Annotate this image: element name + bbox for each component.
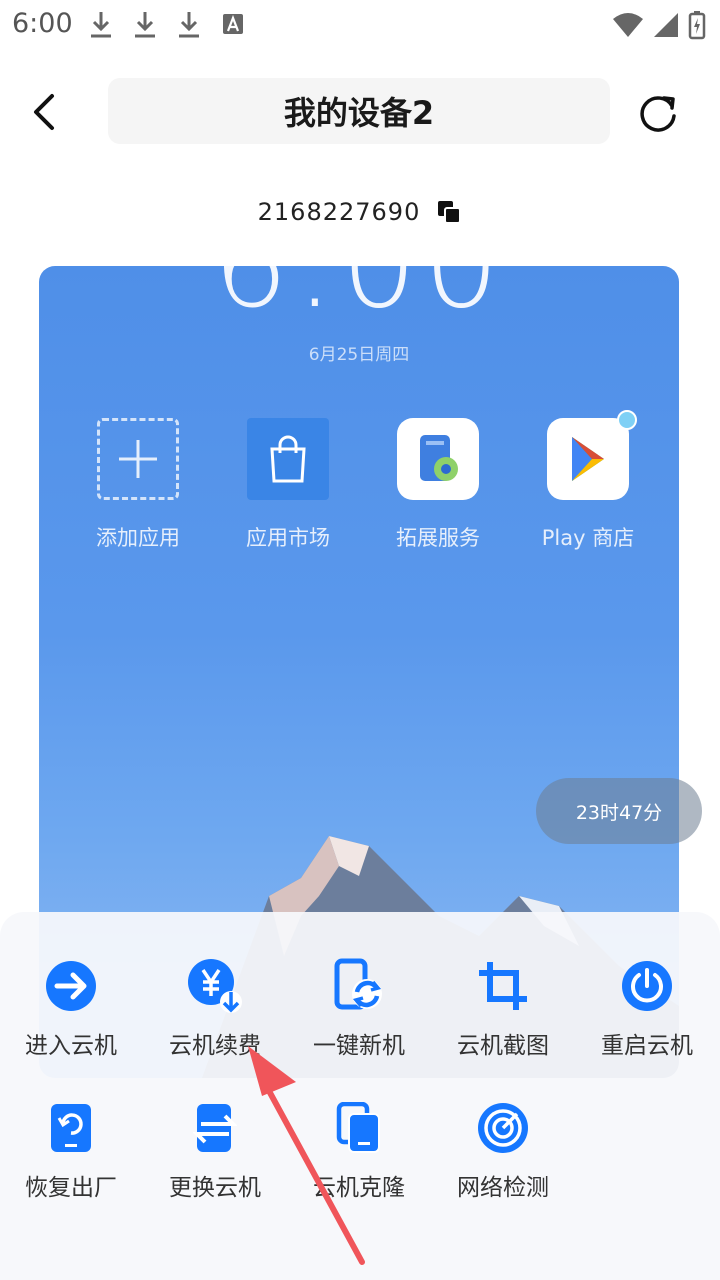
action-label: 更换云机 [169,1175,261,1201]
remaining-time: 23时47分 [575,801,663,824]
preview-clock: 6:00 [39,266,679,335]
download-icon [135,12,155,38]
action-label: 云机续费 [169,1033,261,1059]
crop-icon [475,958,531,1014]
action-label: 恢复出厂 [25,1175,117,1201]
app-extension[interactable]: 拓展服务 [373,418,503,552]
factory-reset-icon [43,1100,99,1156]
app-add[interactable]: 添加应用 [73,418,203,552]
action-label: 进入云机 [25,1033,117,1059]
action-label: 云机克隆 [313,1175,405,1201]
enter-arrow-icon [43,958,99,1014]
clone-icon [331,1100,387,1156]
download-icon [179,12,199,38]
action-label: 云机截图 [457,1033,549,1059]
new-device-icon [331,958,387,1014]
app-market-icon [247,418,329,500]
app-label: 添加应用 [96,526,180,550]
refresh-icon[interactable] [634,88,682,136]
status-right-icons [612,10,706,40]
battery-charging-icon [688,11,706,40]
network-check-icon [475,1100,531,1156]
yuan-renew-icon [187,958,243,1014]
copy-icon[interactable] [436,199,462,225]
action-panel: 进入云机 云机续费 一键新机 云机截图 重启云机 恢复出厂 更换云机 云机克隆 … [0,912,720,1280]
network-check-button[interactable]: 网络检测 [438,1100,568,1202]
device-title-box[interactable]: 我的设备2 [108,78,610,144]
back-button[interactable] [22,88,70,136]
extension-service-icon [397,418,479,500]
wifi-icon [613,13,643,37]
restart-button[interactable]: 重启云机 [582,958,712,1060]
notification-dot [617,410,637,430]
device-id-row: 2168227690 [0,190,720,234]
status-time: 6:00 [12,8,73,39]
app-play-store[interactable]: Play 商店 [523,410,653,552]
new-device-button[interactable]: 一键新机 [294,958,424,1060]
app-label: 拓展服务 [396,526,480,550]
text-a-icon [223,14,243,34]
enter-cloud-button[interactable]: 进入云机 [6,958,136,1060]
notification-icons [88,10,246,38]
device-id: 2168227690 [257,198,421,226]
renew-button[interactable]: 云机续费 [150,958,280,1060]
status-bar: 6:00 [0,0,720,50]
action-label: 一键新机 [313,1033,405,1059]
page-title: 我的设备2 [283,94,435,132]
signal-icon [654,13,678,37]
preview-app-row: 添加应用 应用市场 拓展服务 Play 商店 [73,410,653,552]
action-label: 网络检测 [457,1175,549,1201]
clone-button[interactable]: 云机克隆 [294,1100,424,1202]
app-label: 应用市场 [246,526,330,550]
action-label: 重启云机 [601,1033,693,1059]
preview-date: 6月25日周四 [308,345,410,365]
swap-device-icon [187,1100,243,1156]
download-icon [91,12,111,38]
add-app-icon [97,418,179,500]
app-market[interactable]: 应用市场 [223,418,353,552]
swap-device-button[interactable]: 更换云机 [150,1100,280,1202]
remaining-time-badge[interactable]: 23时47分 [536,778,702,844]
play-store-icon [547,410,637,500]
power-icon [619,958,675,1014]
screenshot-button[interactable]: 云机截图 [438,958,568,1060]
app-label: Play 商店 [541,526,635,550]
factory-reset-button[interactable]: 恢复出厂 [6,1100,136,1202]
